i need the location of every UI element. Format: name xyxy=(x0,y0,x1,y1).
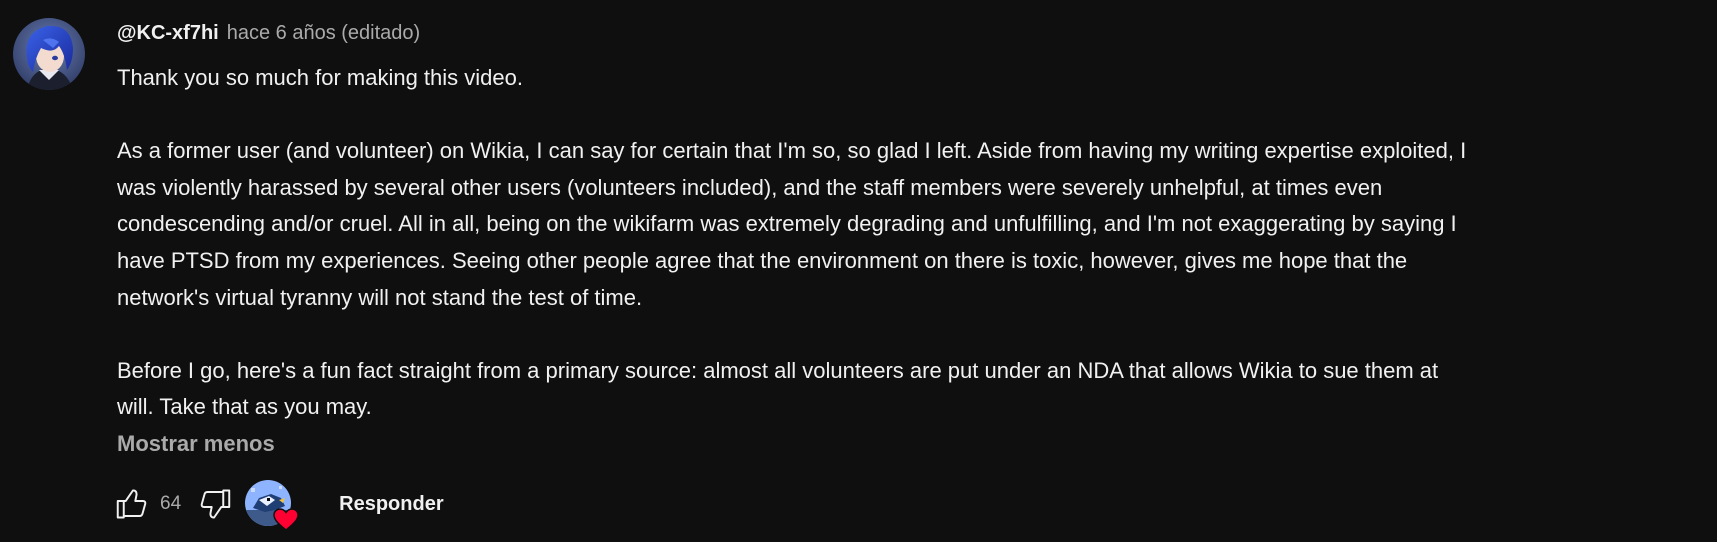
comment-line: have PTSD from my experiences. Seeing ot… xyxy=(117,247,1408,273)
comment-line: network's virtual tyranny will not stand… xyxy=(117,284,643,310)
creator-heart-icon xyxy=(273,508,299,531)
comment-thread: @KC-xf7hi hace 6 años (editado) Thank yo… xyxy=(0,0,1717,542)
comment-timestamp[interactable]: hace 6 años (editado) xyxy=(227,22,420,45)
thumbs-down-icon xyxy=(200,489,231,519)
reply-button[interactable]: Responder xyxy=(339,493,443,516)
like-count: 64 xyxy=(160,493,182,514)
dislike-button[interactable] xyxy=(195,484,235,524)
comment-body: Thank you so much for making this video.… xyxy=(117,60,1697,426)
comment-paragraph: Before I go, here's a fun fact straight … xyxy=(117,353,1697,426)
comment-line: Thank you so much for making this video. xyxy=(117,65,523,90)
show-less-button[interactable]: Mostrar menos xyxy=(117,431,275,457)
creator-heart-badge[interactable] xyxy=(245,480,299,531)
author-avatar[interactable] xyxy=(13,18,85,90)
comment-line: condescending and/or cruel. All in all, … xyxy=(117,211,1457,237)
comment-line: Before I go, here's a fun fact straight … xyxy=(117,357,1439,383)
like-button[interactable] xyxy=(112,484,152,524)
comment-actions: 64 Responder xyxy=(112,480,444,531)
thumbs-up-icon xyxy=(116,489,147,519)
comment-line: was violently harassed by several other … xyxy=(117,174,1383,200)
comment-line: As a former user (and volunteer) on Wiki… xyxy=(117,138,1467,164)
comment-header: @KC-xf7hi hace 6 años (editado) xyxy=(117,22,420,50)
author-name[interactable]: @KC-xf7hi xyxy=(117,22,219,45)
comment-line: will. Take that as you may. xyxy=(117,394,372,420)
user-avatar-icon xyxy=(13,18,85,90)
comment-paragraph: As a former user (and volunteer) on Wiki… xyxy=(117,133,1697,316)
comment-paragraph: Thank you so much for making this video. xyxy=(117,60,1697,97)
